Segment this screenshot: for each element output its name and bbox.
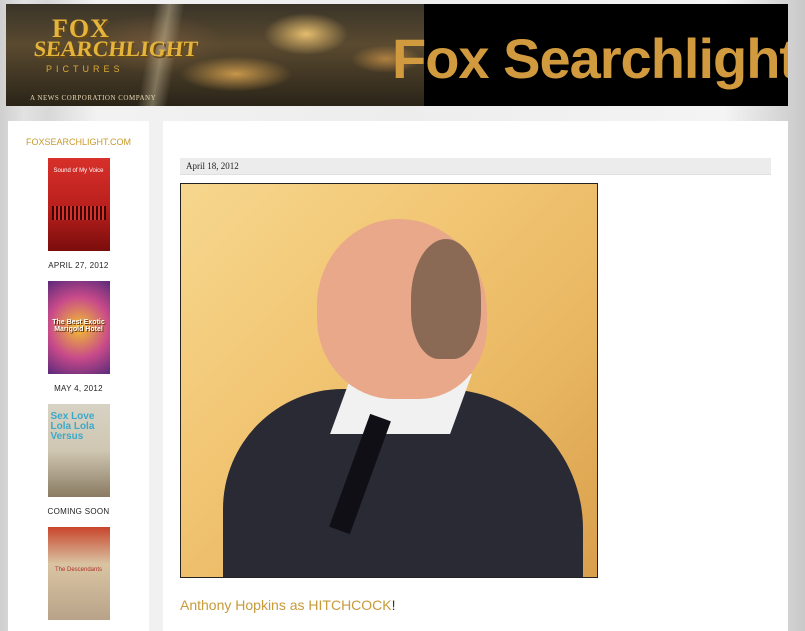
waveform-graphic — [51, 206, 106, 220]
brand-title: Fox Searchlight — [392, 27, 788, 90]
fox-searchlight-logo[interactable]: FOX SEARCHLIGHT PICTURES A NEWS CORPORAT… — [30, 14, 199, 102]
foxsearchlight-link[interactable]: FOXSEARCHLIGHT.COM — [8, 137, 149, 147]
poster-title: Sex Love Lola Lola Versus — [50, 411, 95, 442]
poster-sound-of-my-voice[interactable]: Sound of My Voice — [47, 158, 110, 251]
poster-marigold-hotel[interactable]: The Best Exotic Marigold Hotel — [47, 281, 110, 374]
sidebar: FOXSEARCHLIGHT.COM Sound of My Voice APR… — [8, 121, 149, 631]
main-content: April 18, 2012 Anthony Hopkins as HITCHC… — [163, 121, 788, 631]
logo-subtitle: A NEWS CORPORATION COMPANY — [30, 94, 157, 102]
header-banner[interactable]: FOX SEARCHLIGHT PICTURES A NEWS CORPORAT… — [6, 4, 788, 106]
post-date-bar: April 18, 2012 — [180, 158, 771, 175]
poster-lola-versus[interactable]: Sex Love Lola Lola Versus — [47, 404, 110, 497]
poster-title: Sound of My Voice — [53, 168, 104, 174]
logo-searchlight-text: SEARCHLIGHT — [32, 36, 200, 61]
poster-title: The Best Exotic Marigold Hotel — [52, 319, 105, 333]
caption-punctuation: ! — [391, 597, 396, 613]
photo-hair — [411, 239, 481, 359]
post-photo[interactable] — [180, 183, 598, 578]
post-caption: Anthony Hopkins as HITCHCOCK! — [180, 597, 396, 613]
banner-image: FOX SEARCHLIGHT PICTURES A NEWS CORPORAT… — [6, 4, 424, 106]
post-date: April 18, 2012 — [186, 161, 239, 171]
poster-the-descendants[interactable]: The Descendants — [47, 527, 110, 620]
poster-title: The Descendants — [54, 567, 103, 573]
release-date-caption: COMING SOON — [47, 507, 110, 516]
release-date-caption: APRIL 27, 2012 — [48, 261, 109, 270]
post-caption-link[interactable]: Anthony Hopkins as HITCHCOCK — [180, 597, 392, 613]
release-date-caption: MAY 4, 2012 — [54, 384, 103, 393]
logo-pictures-text: PICTURES — [46, 64, 124, 74]
